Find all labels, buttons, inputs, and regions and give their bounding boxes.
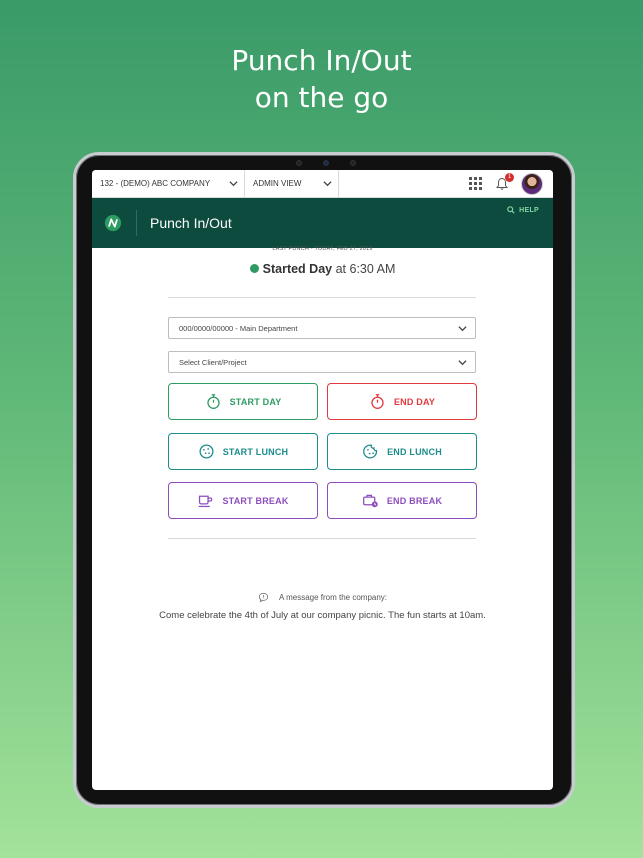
start-break-label: START BREAK (222, 495, 289, 506)
status-action: Started Day (262, 262, 333, 276)
company-message-header: A message from the company: (92, 592, 553, 603)
chevron-down-icon (458, 359, 467, 365)
divider (168, 538, 476, 539)
tablet-frame: 132 - (DEMO) ABC COMPANY ADMIN VIEW 1 Pu… (73, 152, 575, 808)
start-day-button[interactable]: START DAY (168, 383, 318, 420)
start-lunch-label: START LUNCH (222, 446, 289, 457)
company-select-label: 132 - (DEMO) ABC COMPANY (100, 179, 211, 188)
view-select[interactable]: ADMIN VIEW (245, 170, 339, 198)
camera-bar (296, 160, 356, 166)
speech-bubble-icon (258, 593, 268, 603)
punch-status: Started Day at 6:30 AM (92, 262, 553, 276)
status-dot-icon (249, 264, 259, 273)
header-divider (136, 210, 137, 236)
chevron-down-icon (458, 325, 467, 331)
briefcase-clock-icon (362, 494, 378, 508)
top-bar: 132 - (DEMO) ABC COMPANY ADMIN VIEW 1 (92, 170, 553, 198)
sensor-dot (350, 160, 356, 166)
search-icon (507, 206, 515, 214)
end-lunch-label: END LUNCH (387, 446, 442, 457)
chevron-down-icon (229, 181, 238, 187)
notification-badge: 1 (505, 172, 514, 182)
end-lunch-button[interactable]: END LUNCH (327, 433, 477, 470)
topbar-icons: 1 (469, 172, 553, 195)
end-day-button[interactable]: END DAY (327, 383, 477, 420)
help-link[interactable]: HELP (507, 206, 539, 214)
promo-headline: Punch In/Out on the go (0, 42, 643, 116)
apps-grid-icon[interactable] (469, 176, 483, 191)
app-screen: 132 - (DEMO) ABC COMPANY ADMIN VIEW 1 Pu… (92, 170, 553, 790)
company-message-text: Come celebrate the 4th of July at our co… (159, 610, 486, 621)
start-lunch-button[interactable]: START LUNCH (168, 433, 318, 470)
bitten-cookie-icon (363, 444, 378, 459)
end-day-label: END DAY (393, 396, 436, 407)
divider (168, 297, 476, 298)
avatar[interactable] (521, 172, 543, 195)
sensor-dot (296, 160, 302, 166)
cookie-icon (199, 444, 214, 459)
department-select[interactable]: 000/0000/00000 - Main Department (168, 317, 476, 339)
company-select[interactable]: 132 - (DEMO) ABC COMPANY (92, 170, 245, 198)
department-select-value: 000/0000/00000 - Main Department (179, 323, 298, 333)
notifications-button[interactable]: 1 (495, 172, 514, 191)
promo-line-2: on the go (254, 81, 389, 114)
help-label: HELP (519, 206, 539, 214)
stopwatch-icon (206, 394, 220, 409)
promo-line-1: Punch In/Out (231, 44, 412, 77)
page-title: Punch In/Out (150, 215, 232, 231)
end-break-label: END BREAK (386, 495, 443, 506)
stopwatch-icon (371, 394, 384, 409)
status-time: at 6:30 AM (335, 262, 396, 276)
end-break-button[interactable]: END BREAK (327, 482, 477, 519)
company-message-label: A message from the company: (278, 593, 388, 602)
start-break-button[interactable]: START BREAK (168, 482, 318, 519)
start-day-label: START DAY (229, 396, 282, 407)
client-project-select-placeholder: Select Client/Project (179, 357, 247, 367)
client-project-select[interactable]: Select Client/Project (168, 351, 476, 373)
chevron-down-icon (323, 181, 332, 187)
page-header: Punch In/Out HELP (92, 198, 553, 248)
coffee-cup-icon (199, 495, 213, 508)
last-punch-label: LAST PUNCH - TODAY, FEB 27, 2019 (272, 246, 373, 252)
camera-dot (323, 160, 329, 166)
view-select-label: ADMIN VIEW (253, 179, 302, 188)
app-logo-icon (104, 214, 122, 232)
